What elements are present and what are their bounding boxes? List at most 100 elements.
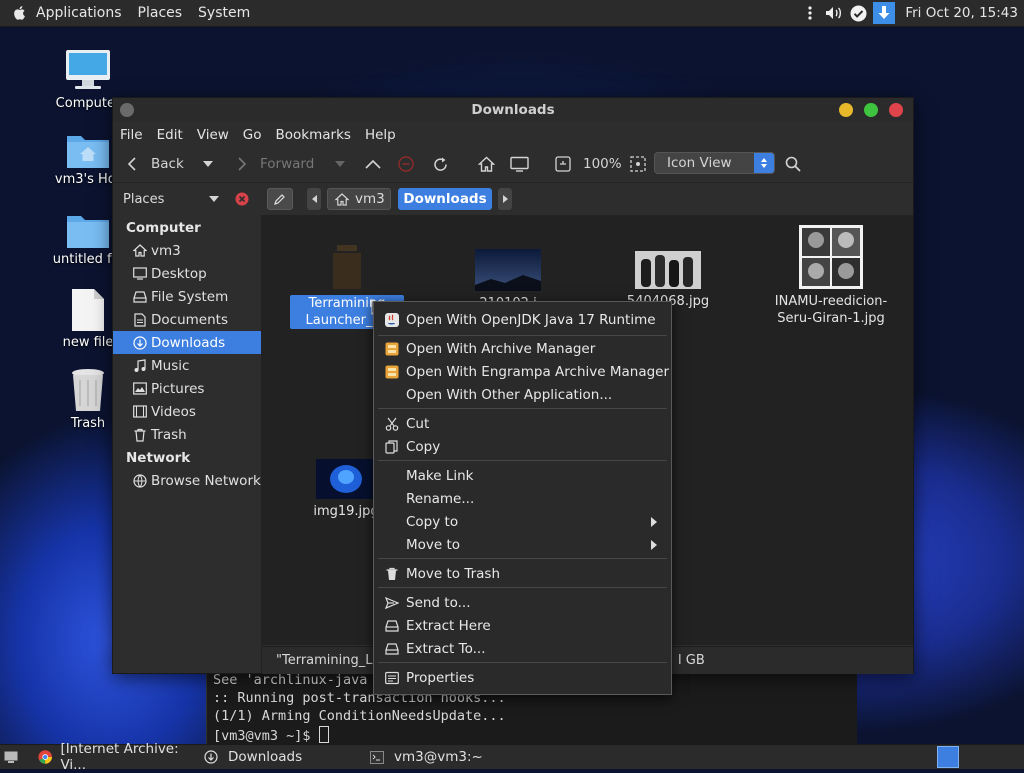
- menu-item-open-with-engrampa[interactable]: Open With Engrampa Archive Manager: [374, 360, 671, 383]
- workspace-switcher[interactable]: [937, 745, 959, 769]
- context-menu: Open With OpenJDK Java 17 Runtime Open W…: [373, 301, 672, 695]
- task-label: Downloads: [228, 749, 303, 765]
- crumb-scroll-left[interactable]: [307, 188, 321, 210]
- show-desktop-button[interactable]: [4, 745, 18, 769]
- menu-item-move-to[interactable]: Move to: [374, 533, 671, 556]
- close-button[interactable]: [889, 103, 903, 117]
- task-terminal[interactable]: vm3@vm3:~: [370, 745, 526, 769]
- zoom-out-button[interactable]: [555, 150, 571, 178]
- file-label-line2: Seru-Giran-1.jpg: [777, 311, 885, 326]
- home-button[interactable]: [478, 150, 495, 178]
- check-icon[interactable]: [849, 4, 867, 22]
- zoom-level[interactable]: 100%: [583, 156, 622, 172]
- menu-bar: File Edit View Go Bookmarks Help: [113, 124, 403, 146]
- sidebar-item-documents[interactable]: Documents: [113, 308, 261, 331]
- clock[interactable]: Fri Oct 20, 15:43: [901, 5, 1024, 21]
- menu-item-move-to-trash[interactable]: Move to Trash: [374, 562, 671, 585]
- maximize-button[interactable]: [864, 103, 878, 117]
- stop-button[interactable]: [398, 150, 414, 178]
- sidebar-item-label: Documents: [151, 311, 228, 328]
- terminal-line: See 'archlinux-java: [213, 672, 368, 688]
- menu-item-label: Move to Trash: [406, 565, 501, 582]
- title-bar[interactable]: Downloads: [113, 98, 913, 122]
- back-history-dropdown[interactable]: [203, 150, 213, 178]
- close-sidebar-button[interactable]: [235, 192, 249, 210]
- menu-go[interactable]: Go: [236, 127, 269, 143]
- window-menu-button[interactable]: [120, 103, 134, 117]
- menu-item-extract-to[interactable]: Extract To...: [374, 637, 671, 660]
- network-icon: [133, 473, 147, 488]
- sidebar-item-music[interactable]: Music: [113, 354, 261, 377]
- task-downloads[interactable]: Downloads: [204, 745, 360, 769]
- crumb-downloads[interactable]: Downloads: [398, 188, 492, 210]
- menu-item-rename[interactable]: Rename...: [374, 487, 671, 510]
- sidebar-item-label: Pictures: [151, 380, 205, 397]
- sidebar-mode-label: Places: [123, 191, 165, 207]
- search-button[interactable]: [785, 150, 801, 178]
- menu-help[interactable]: Help: [358, 127, 403, 143]
- computer-button[interactable]: [510, 150, 529, 178]
- crumb-scroll-right[interactable]: [498, 188, 512, 210]
- menu-item-copy[interactable]: Copy: [374, 435, 671, 458]
- sidebar-item-videos[interactable]: Videos: [113, 400, 261, 423]
- sidebar-mode-select[interactable]: Places: [123, 192, 223, 207]
- view-mode-select[interactable]: Icon View: [654, 152, 775, 174]
- sidebar-item-vm3[interactable]: vm3: [113, 239, 261, 262]
- menu-item-cut[interactable]: Cut: [374, 412, 671, 435]
- menu-item-label: Extract To...: [406, 640, 486, 657]
- home-icon: [478, 156, 495, 172]
- chevron-right-icon: [238, 157, 247, 171]
- computer-icon: [66, 50, 110, 89]
- download-icon[interactable]: [873, 2, 896, 24]
- apple-logo-icon[interactable]: [12, 6, 26, 20]
- menu-item-make-link[interactable]: Make Link: [374, 464, 671, 487]
- menu-edit[interactable]: Edit: [150, 127, 190, 143]
- system-menu[interactable]: System: [190, 5, 258, 21]
- sidebar-item-pictures[interactable]: Pictures: [113, 377, 261, 400]
- sidebar-item-label: Trash: [151, 426, 187, 443]
- minimize-button[interactable]: [839, 103, 853, 117]
- back-button[interactable]: Back: [127, 150, 184, 178]
- applications-menu[interactable]: Applications: [28, 5, 130, 21]
- workspace-1[interactable]: [937, 746, 959, 768]
- places-menu[interactable]: Places: [130, 5, 191, 21]
- top-panel: Applications Places System Fri Oct 20, 1…: [0, 0, 1024, 27]
- forward-button[interactable]: Forward: [237, 150, 314, 178]
- sidebar-item-file-system[interactable]: File System: [113, 285, 261, 308]
- volume-icon[interactable]: [825, 4, 843, 22]
- terminal-prompt[interactable]: [vm3@vm3 ~]$: [213, 726, 329, 744]
- menu-item-properties[interactable]: Properties: [374, 666, 671, 689]
- menu-file[interactable]: File: [113, 127, 150, 143]
- reload-button[interactable]: [432, 150, 449, 178]
- menu-item-extract-here[interactable]: Extract Here: [374, 614, 671, 637]
- menu-bookmarks[interactable]: Bookmarks: [269, 127, 358, 143]
- menu-item-send-to[interactable]: Send to...: [374, 591, 671, 614]
- sidebar-item-desktop[interactable]: Desktop: [113, 262, 261, 285]
- sidebar-item-downloads[interactable]: Downloads: [113, 331, 261, 354]
- home-icon: [133, 244, 147, 257]
- window-title: Downloads: [471, 102, 555, 118]
- toggle-location-entry-button[interactable]: [267, 188, 293, 210]
- menu-item-open-with-archive-manager[interactable]: Open With Archive Manager: [374, 337, 671, 360]
- menu-item-label: Extract Here: [406, 617, 491, 634]
- menu-item-open-with-java[interactable]: Open With OpenJDK Java 17 Runtime: [374, 308, 671, 331]
- file-item-inamu[interactable]: INAMU-reedicion- Seru-Giran-1.jpg: [764, 225, 898, 327]
- task-internet-archive[interactable]: [Internet Archive: Vi...: [38, 741, 194, 773]
- top-menu: Applications Places System: [0, 0, 258, 26]
- terminal-line: (1/1) Arming ConditionNeedsUpdate...: [213, 708, 506, 724]
- menu-item-open-with-other[interactable]: Open With Other Application...: [374, 383, 671, 406]
- sidebar-item-trash[interactable]: Trash: [113, 423, 261, 446]
- sidebar-item-label: Browse Network: [151, 472, 261, 489]
- menu-item-copy-to[interactable]: Copy to: [374, 510, 671, 533]
- trash-icon: [134, 428, 146, 442]
- terminal-cursor: [318, 726, 329, 743]
- zoom-in-button[interactable]: [630, 150, 646, 178]
- updown-arrows-icon: [754, 153, 774, 173]
- forward-history-dropdown[interactable]: [335, 150, 345, 178]
- trash-icon: [72, 369, 104, 411]
- menu-view[interactable]: View: [190, 127, 236, 143]
- crumb-vm3[interactable]: vm3: [327, 188, 391, 210]
- up-button[interactable]: [365, 150, 381, 178]
- sidebar-item-browse-network[interactable]: Browse Network: [113, 469, 261, 492]
- menu-icon[interactable]: [801, 4, 819, 22]
